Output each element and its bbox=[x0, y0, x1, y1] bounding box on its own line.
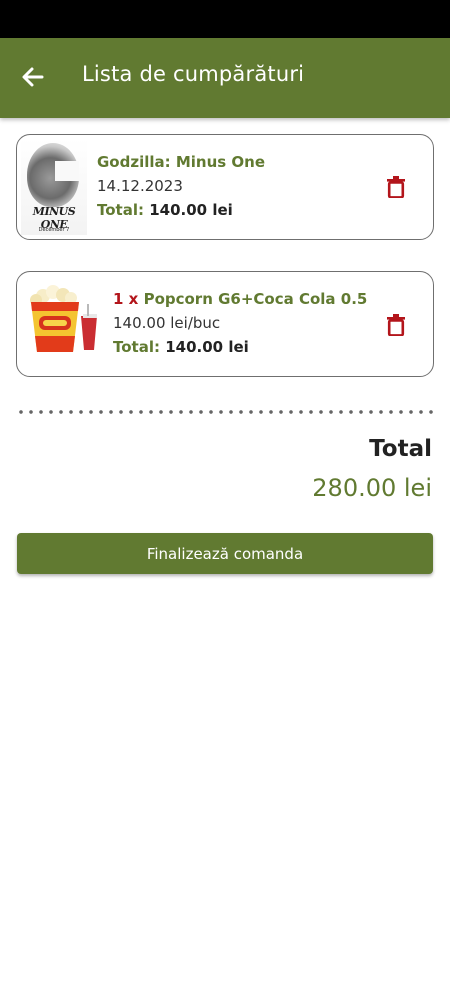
delete-item-button[interactable] bbox=[387, 314, 405, 337]
app-bar: Lista de cumpărături bbox=[0, 38, 450, 118]
item-total-label: Total: bbox=[97, 201, 144, 219]
summary-total-label: Total bbox=[369, 436, 432, 462]
back-button[interactable] bbox=[16, 60, 50, 94]
cart-item-ticket: MINUS ONE December 7 Godzilla: Minus One… bbox=[16, 134, 434, 240]
movie-poster: MINUS ONE December 7 bbox=[21, 139, 87, 235]
poster-date: December 7 bbox=[38, 227, 70, 233]
checkout-button[interactable]: Finalizează comanda bbox=[17, 533, 433, 574]
trash-icon bbox=[387, 314, 405, 337]
item-unit-price: 140.00 lei/buc bbox=[113, 314, 221, 332]
item-title-row: 1 x Popcorn G6+Coca Cola 0.5 bbox=[113, 290, 367, 308]
item-quantity: 1 x bbox=[113, 290, 139, 308]
item-total-label: Total: bbox=[113, 338, 160, 356]
dotted-divider bbox=[16, 408, 434, 416]
item-title: Popcorn G6+Coca Cola 0.5 bbox=[143, 290, 368, 308]
summary-total-value: 280.00 lei bbox=[312, 474, 432, 502]
arrow-left-icon bbox=[22, 67, 44, 87]
page-title: Lista de cumpărături bbox=[82, 62, 305, 86]
cart-item-snack: 1 x Popcorn G6+Coca Cola 0.5 140.00 lei/… bbox=[16, 271, 434, 377]
item-date: 14.12.2023 bbox=[97, 177, 183, 195]
status-bar bbox=[0, 0, 450, 38]
item-total: Total: 140.00 lei bbox=[113, 338, 249, 356]
item-total-amount: 140.00 lei bbox=[149, 201, 233, 219]
trash-icon bbox=[387, 176, 405, 199]
delete-item-button[interactable] bbox=[387, 176, 405, 199]
popcorn-cola-image bbox=[23, 284, 109, 358]
item-total: Total: 140.00 lei bbox=[97, 201, 233, 219]
item-total-amount: 140.00 lei bbox=[165, 338, 249, 356]
item-title: Godzilla: Minus One bbox=[97, 153, 266, 171]
